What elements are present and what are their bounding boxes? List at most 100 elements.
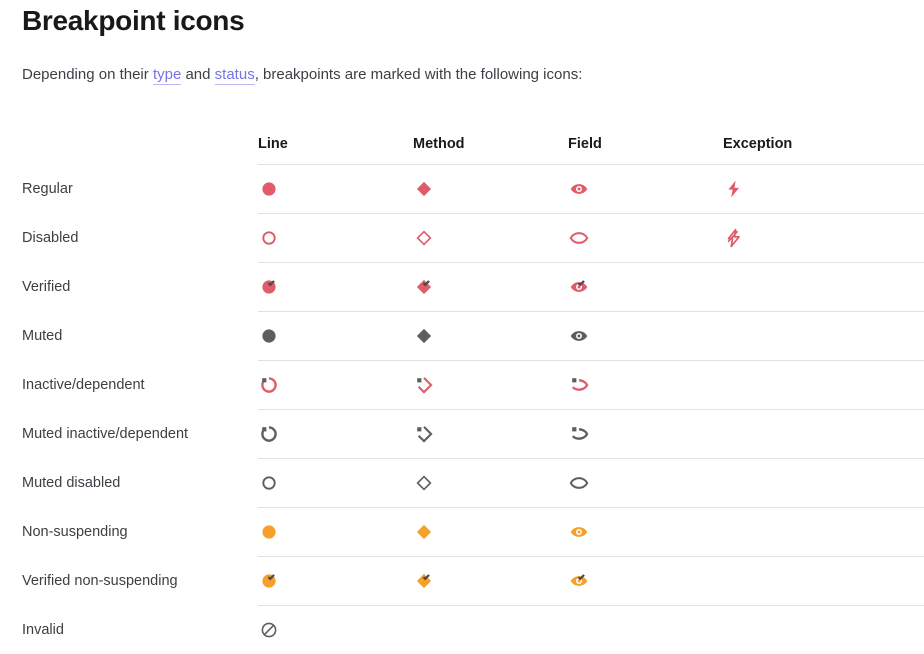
- intro-text-after: , breakpoints are marked with the follow…: [255, 66, 583, 83]
- table-header-row: Line Method Field Exception: [0, 112, 924, 165]
- icon-cell-field: [568, 410, 723, 459]
- row-label: Disabled: [0, 214, 258, 263]
- row-label: Non-suspending: [0, 508, 258, 557]
- icon-cell-field: [568, 214, 723, 263]
- row-label: Muted inactive/dependent: [0, 410, 258, 459]
- icon-cell-line: [258, 361, 413, 410]
- icon-cell-method: [413, 410, 568, 459]
- icon-cell-line: [258, 508, 413, 557]
- icon-cell-exception-empty: [723, 557, 924, 606]
- diamond-outline-red-icon: [413, 227, 435, 249]
- circle-filled-red-check-icon: [258, 276, 280, 298]
- icon-cell-method: [413, 312, 568, 361]
- icon-cell-field: [568, 361, 723, 410]
- icon-cell-exception: [723, 214, 924, 263]
- icon-cell-field: [568, 263, 723, 312]
- icon-cell-exception-empty: [723, 410, 924, 459]
- icon-cell-field: [568, 312, 723, 361]
- row-label: Muted disabled: [0, 459, 258, 508]
- circle-outline-gray-icon: [258, 472, 280, 494]
- diamond-outline-gray-icon: [413, 472, 435, 494]
- diamond-filled-orange-check-icon: [413, 570, 435, 592]
- table-row: Disabled: [0, 214, 924, 263]
- column-header-label: [0, 112, 258, 165]
- circle-filled-red-icon: [258, 178, 280, 200]
- row-label: Verified non-suspending: [0, 557, 258, 606]
- table-row: Muted inactive/dependent: [0, 410, 924, 459]
- icon-cell-field: [568, 165, 723, 214]
- icon-cell-line: [258, 214, 413, 263]
- table-row: Regular: [0, 165, 924, 214]
- icon-cell-field: [568, 459, 723, 508]
- icon-cell-exception-empty: [723, 508, 924, 557]
- link-status[interactable]: status: [215, 66, 255, 85]
- eye-filled-gray-icon: [568, 325, 590, 347]
- circle-filled-orange-icon: [258, 521, 280, 543]
- eye-filled-red-icon: [568, 178, 590, 200]
- circle-partial-red-dot-icon: [258, 374, 280, 396]
- circle-partial-gray-dot-icon: [258, 423, 280, 445]
- eye-filled-red-check-icon: [568, 276, 590, 298]
- table-body: RegularDisabledVerifiedMutedInactive/dep…: [0, 165, 924, 654]
- icon-cell-line: [258, 165, 413, 214]
- row-label: Invalid: [0, 606, 258, 654]
- table-row: Non-suspending: [0, 508, 924, 557]
- icon-cell-line: [258, 312, 413, 361]
- icon-cell-exception-empty: [723, 606, 924, 654]
- icon-cell-method-empty: [413, 606, 568, 654]
- intro-text-before: Depending on their: [22, 66, 153, 83]
- page-title: Breakpoint icons: [22, 0, 924, 38]
- table-header: Line Method Field Exception: [0, 112, 924, 165]
- table-row: Muted: [0, 312, 924, 361]
- icon-cell-line: [258, 263, 413, 312]
- eye-outline-gray-icon: [568, 472, 590, 494]
- circle-outline-red-icon: [258, 227, 280, 249]
- eye-partial-red-dot-icon: [568, 374, 590, 396]
- table-row: Muted disabled: [0, 459, 924, 508]
- icon-cell-line: [258, 557, 413, 606]
- icon-cell-field: [568, 557, 723, 606]
- icon-cell-exception-empty: [723, 459, 924, 508]
- column-header-field: Field: [568, 112, 723, 165]
- eye-outline-red-icon: [568, 227, 590, 249]
- table-row: Verified non-suspending: [0, 557, 924, 606]
- diamond-filled-red-check-icon: [413, 276, 435, 298]
- circle-slashed-gray-icon: [258, 619, 280, 641]
- icon-cell-exception-empty: [723, 263, 924, 312]
- diamond-partial-gray-dot-icon: [413, 423, 435, 445]
- icon-cell-exception-empty: [723, 312, 924, 361]
- diamond-filled-red-icon: [413, 178, 435, 200]
- icon-cell-method: [413, 459, 568, 508]
- breakpoint-icons-page: Breakpoint icons Depending on their type…: [0, 0, 924, 641]
- row-label: Muted: [0, 312, 258, 361]
- icon-cell-field: [568, 508, 723, 557]
- circle-filled-gray-icon: [258, 325, 280, 347]
- eye-filled-orange-check-icon: [568, 570, 590, 592]
- row-label: Verified: [0, 263, 258, 312]
- table-row: Verified: [0, 263, 924, 312]
- icon-cell-exception: [723, 165, 924, 214]
- icon-cell-method: [413, 214, 568, 263]
- link-type[interactable]: type: [153, 66, 181, 85]
- lightning-slashed-red-icon: [723, 227, 745, 249]
- icon-cell-method: [413, 557, 568, 606]
- intro-text-middle: and: [181, 66, 214, 83]
- diamond-filled-gray-icon: [413, 325, 435, 347]
- icon-cell-line: [258, 459, 413, 508]
- icon-cell-line: [258, 410, 413, 459]
- icon-cell-method: [413, 361, 568, 410]
- icon-cell-exception-empty: [723, 361, 924, 410]
- circle-filled-orange-check-icon: [258, 570, 280, 592]
- icon-cell-method: [413, 165, 568, 214]
- column-header-method: Method: [413, 112, 568, 165]
- breakpoint-icons-table: Line Method Field Exception RegularDisab…: [0, 112, 924, 654]
- lightning-filled-red-icon: [723, 178, 745, 200]
- icon-cell-line: [258, 606, 413, 654]
- table-row: Inactive/dependent: [0, 361, 924, 410]
- icon-cell-method: [413, 263, 568, 312]
- icon-cell-method: [413, 508, 568, 557]
- intro-paragraph: Depending on their type and status, brea…: [22, 38, 924, 86]
- diamond-partial-red-dot-icon: [413, 374, 435, 396]
- row-label: Inactive/dependent: [0, 361, 258, 410]
- column-header-line: Line: [258, 112, 413, 165]
